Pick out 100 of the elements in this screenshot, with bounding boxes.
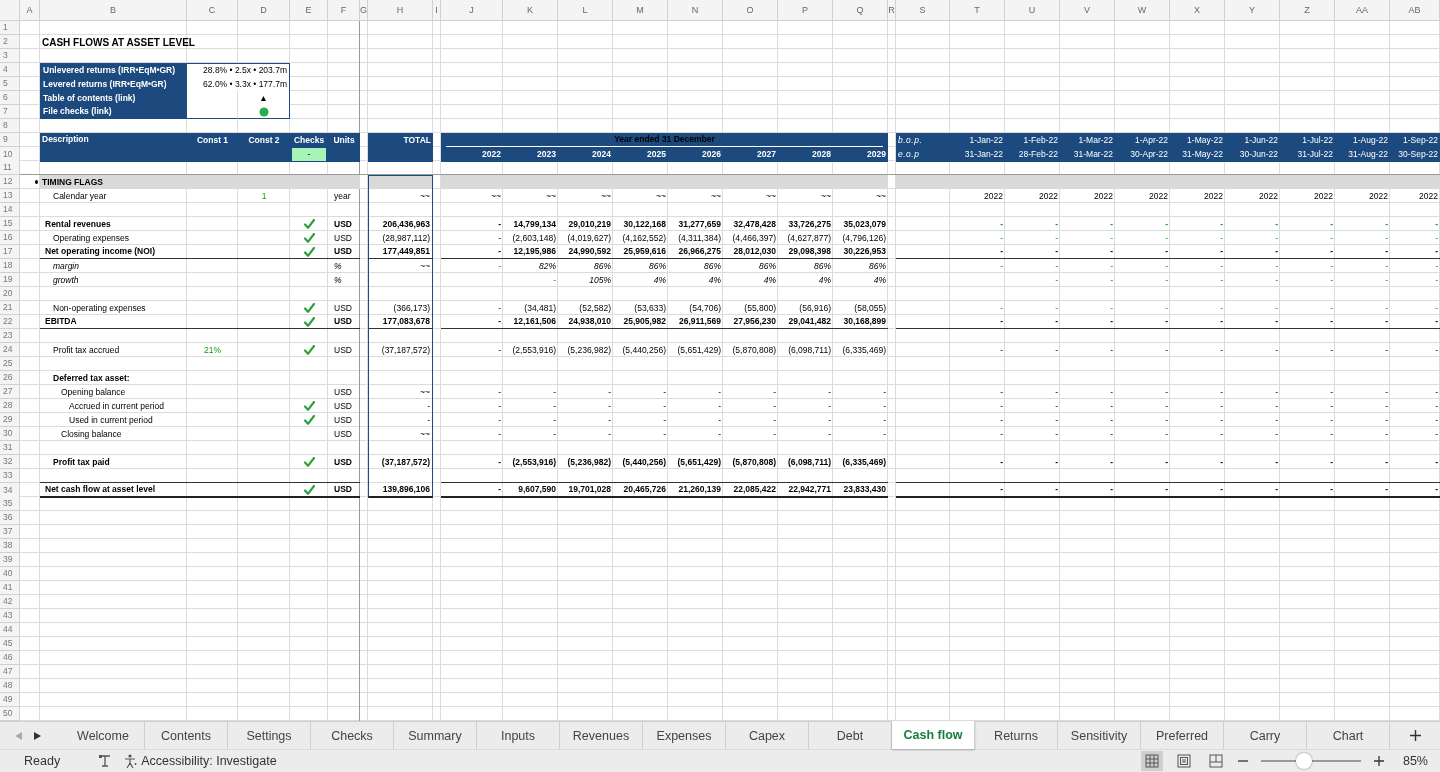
column-letter[interactable]: C xyxy=(187,0,238,21)
row-number[interactable]: 20 xyxy=(0,287,20,301)
row-number[interactable]: 24 xyxy=(0,343,20,357)
column-letter[interactable]: M xyxy=(613,0,668,21)
zoom-in-button[interactable] xyxy=(1372,755,1385,767)
row-number[interactable]: 22 xyxy=(0,315,20,329)
slider-thumb[interactable] xyxy=(1295,753,1312,769)
row-number[interactable]: 12 xyxy=(0,175,20,189)
row-number[interactable]: 48 xyxy=(0,679,20,693)
row-number[interactable]: 4 xyxy=(0,63,20,77)
row-number[interactable]: 16 xyxy=(0,231,20,245)
column-letter[interactable]: Z xyxy=(1280,0,1335,21)
number-cell: 24,990,592 xyxy=(558,245,613,259)
number-cell-text: - xyxy=(1219,413,1224,427)
row-number[interactable]: 25 xyxy=(0,357,20,371)
row-number[interactable]: 32 xyxy=(0,455,20,469)
row-number[interactable]: 5 xyxy=(0,77,20,91)
column-letter[interactable]: D xyxy=(238,0,290,21)
row-number[interactable]: 13 xyxy=(0,189,20,203)
row-number[interactable]: 33 xyxy=(0,469,20,483)
row-number[interactable]: 44 xyxy=(0,623,20,637)
number-cell-text: (56,916) xyxy=(798,301,832,315)
row-number[interactable]: 31 xyxy=(0,441,20,455)
summary-link[interactable]: File checks (link) xyxy=(40,105,187,119)
sheet-tab[interactable]: Cash flow xyxy=(892,721,975,749)
row-number[interactable]: 18 xyxy=(0,259,20,273)
row-number[interactable]: 41 xyxy=(0,581,20,595)
row-number[interactable]: 46 xyxy=(0,651,20,665)
row-number[interactable]: 14 xyxy=(0,203,20,217)
column-letter[interactable]: L xyxy=(558,0,613,21)
number-cell-text: ~~ xyxy=(490,189,502,203)
column-letter[interactable]: B xyxy=(40,0,187,21)
row-number[interactable]: 26 xyxy=(0,371,20,385)
number-cell-text: - xyxy=(497,217,502,231)
number-cell-text: - xyxy=(1384,399,1389,413)
column-letter[interactable]: S xyxy=(896,0,950,21)
number-cell-text: - xyxy=(552,273,557,287)
row-number[interactable]: 29 xyxy=(0,413,20,427)
row-number[interactable]: 49 xyxy=(0,693,20,707)
row-number[interactable]: 21 xyxy=(0,301,20,315)
row-number[interactable]: 39 xyxy=(0,553,20,567)
column-letter[interactable]: P xyxy=(778,0,833,21)
row-number[interactable]: 9 xyxy=(0,133,20,147)
row-number[interactable]: 40 xyxy=(0,567,20,581)
row-number[interactable]: 2 xyxy=(0,35,20,49)
row-number[interactable]: 50 xyxy=(0,707,20,721)
row-number[interactable]: 15 xyxy=(0,217,20,231)
column-letter[interactable]: AA xyxy=(1335,0,1390,21)
row-number[interactable]: 7 xyxy=(0,105,20,119)
row-number[interactable]: 17 xyxy=(0,245,20,259)
row-number[interactable]: 42 xyxy=(0,595,20,609)
row-number[interactable]: 35 xyxy=(0,497,20,511)
column-letter[interactable]: W xyxy=(1115,0,1170,21)
column-letter[interactable]: E xyxy=(290,0,328,21)
row-number[interactable]: 19 xyxy=(0,273,20,287)
column-letter[interactable]: X xyxy=(1170,0,1225,21)
row-number[interactable]: 11 xyxy=(0,161,20,175)
column-letter[interactable]: A xyxy=(20,0,40,21)
column-letter[interactable]: Y xyxy=(1225,0,1280,21)
row-number[interactable]: 30 xyxy=(0,427,20,441)
row-number[interactable]: 38 xyxy=(0,539,20,553)
row-number[interactable]: 47 xyxy=(0,665,20,679)
number-cell-text: 4% xyxy=(652,273,667,287)
number-cell-text: - xyxy=(497,399,502,413)
column-letter[interactable]: Q xyxy=(833,0,888,21)
number-cell-text: - xyxy=(1434,259,1439,273)
row-number[interactable]: 45 xyxy=(0,637,20,651)
column-letter[interactable]: V xyxy=(1060,0,1115,21)
number-cell-text: (5,870,808) xyxy=(731,343,777,357)
row-number[interactable]: 28 xyxy=(0,399,20,413)
row-number[interactable]: 8 xyxy=(0,119,20,133)
row-number[interactable]: 6 xyxy=(0,91,20,105)
row-number[interactable]: 36 xyxy=(0,511,20,525)
number-cell-text: - xyxy=(1219,385,1224,399)
number-cell-text: 86% xyxy=(703,259,722,273)
row-number[interactable]: 1 xyxy=(0,21,20,35)
column-letter[interactable]: K xyxy=(503,0,558,21)
grid-view-button[interactable] xyxy=(1140,751,1163,771)
column-letter[interactable]: J xyxy=(441,0,503,21)
row-number[interactable]: 23 xyxy=(0,329,20,343)
summary-link[interactable]: Table of contents (link) xyxy=(40,91,187,105)
row-number[interactable]: 37 xyxy=(0,525,20,539)
row-number[interactable]: 43 xyxy=(0,609,20,623)
column-letter[interactable]: F xyxy=(328,0,360,21)
accessibility-status[interactable]: Accessibility: Investigate xyxy=(141,754,277,768)
column-letter[interactable]: I xyxy=(433,0,441,21)
row-number[interactable]: 3 xyxy=(0,49,20,63)
accessibility-icon[interactable] xyxy=(122,753,139,769)
number-cell-text: - xyxy=(1109,217,1114,231)
column-letter[interactable]: H xyxy=(368,0,433,21)
column-letter[interactable]: T xyxy=(950,0,1005,21)
column-letter[interactable]: AB xyxy=(1390,0,1440,21)
number-cell-text: - xyxy=(1434,231,1439,245)
number-cell-text: - xyxy=(772,413,777,427)
column-letter[interactable]: U xyxy=(1005,0,1060,21)
row-number[interactable]: 27 xyxy=(0,385,20,399)
column-letter[interactable]: O xyxy=(723,0,778,21)
number-cell: - xyxy=(1390,483,1440,498)
column-letter[interactable]: N xyxy=(668,0,723,21)
next-sheet-icon[interactable] xyxy=(33,730,42,741)
